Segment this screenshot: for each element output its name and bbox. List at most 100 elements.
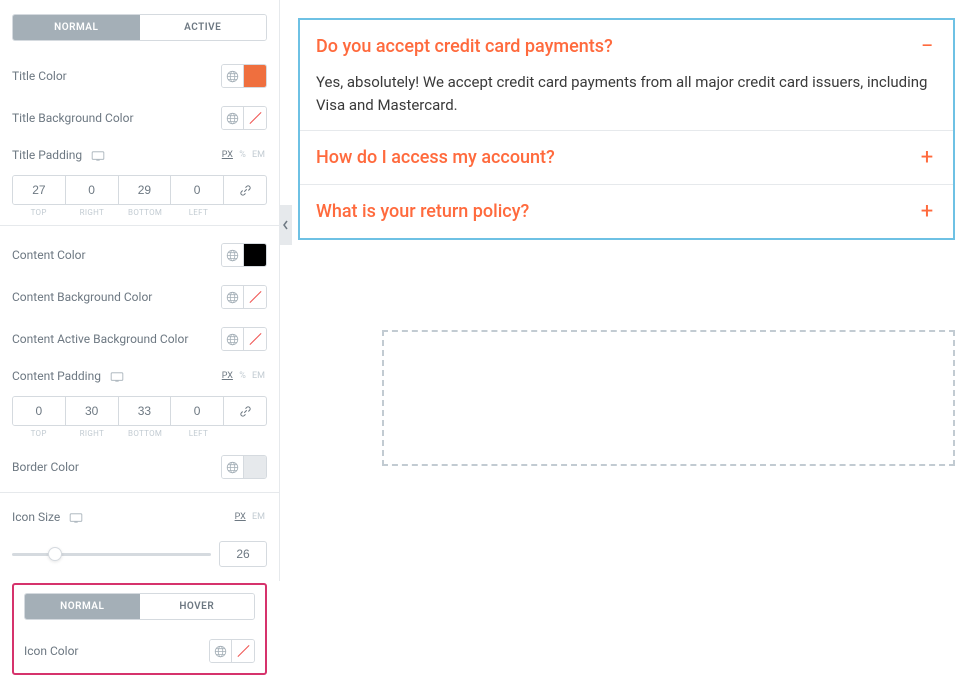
global-color-button[interactable] — [210, 640, 232, 662]
accordion-header[interactable]: How do I access my account? + — [316, 145, 937, 170]
content-active-bg-label: Content Active Background Color — [12, 332, 188, 346]
border-color-label: Border Color — [12, 460, 79, 474]
title-padding-label: Title Padding — [12, 148, 105, 162]
content-padding-right[interactable] — [66, 397, 118, 425]
state-tabs-icon: NORMAL HOVER — [24, 593, 255, 620]
link-values-button[interactable] — [224, 176, 266, 204]
content-padding-header: Content Padding PX % EM — [12, 360, 267, 392]
tab-active[interactable]: ACTIVE — [140, 15, 267, 40]
content-padding-left[interactable] — [171, 397, 223, 425]
link-icon — [239, 405, 252, 418]
border-color-control — [221, 455, 267, 479]
state-tabs-title: NORMAL ACTIVE — [12, 14, 267, 41]
accordion-header[interactable]: What is your return policy? + — [316, 199, 937, 224]
title-padding-top[interactable] — [13, 176, 65, 204]
global-color-button[interactable] — [222, 328, 244, 350]
content-bg-label: Content Background Color — [12, 290, 152, 304]
border-color-swatch[interactable] — [244, 456, 266, 478]
content-padding-label: Content Padding — [12, 369, 124, 383]
globe-icon — [226, 249, 239, 262]
icon-size-value[interactable] — [219, 541, 267, 567]
globe-icon — [214, 645, 227, 658]
title-padding-bottom[interactable] — [119, 176, 171, 204]
globe-icon — [226, 461, 239, 474]
content-color-row: Content Color — [12, 234, 267, 276]
divider — [0, 225, 279, 226]
accordion-title: How do I access my account? — [316, 147, 555, 168]
title-bg-control — [221, 106, 267, 130]
global-color-button[interactable] — [222, 65, 244, 87]
content-color-label: Content Color — [12, 248, 86, 262]
accordion-title: What is your return policy? — [316, 201, 529, 222]
icon-size-slider[interactable] — [12, 553, 211, 556]
globe-icon — [226, 291, 239, 304]
unit-switcher[interactable]: PX % EM — [220, 371, 267, 381]
title-color-label: Title Color — [12, 69, 67, 83]
content-padding-bottom[interactable] — [119, 397, 171, 425]
unit-switcher[interactable]: PX % EM — [220, 150, 267, 160]
icon-color-section-highlight: NORMAL HOVER Icon Color — [12, 583, 267, 675]
content-bg-swatch-none[interactable] — [244, 286, 266, 308]
title-bg-label: Title Background Color — [12, 111, 134, 125]
accordion-widget[interactable]: Do you accept credit card payments? − Ye… — [298, 18, 955, 240]
globe-icon — [226, 333, 239, 346]
global-color-button[interactable] — [222, 286, 244, 308]
title-bg-row: Title Background Color — [12, 97, 267, 139]
divider — [0, 492, 279, 493]
responsive-icon[interactable] — [69, 513, 83, 523]
content-padding-top[interactable] — [13, 397, 65, 425]
expand-icon: + — [917, 145, 937, 170]
icon-color-swatch-none[interactable] — [232, 640, 254, 662]
content-color-control — [221, 243, 267, 267]
icon-size-label: Icon Size — [12, 510, 83, 524]
tab-icon-normal[interactable]: NORMAL — [25, 594, 140, 619]
icon-color-control — [209, 639, 255, 663]
globe-icon — [226, 70, 239, 83]
style-panel: NORMAL ACTIVE Title Color Title Backgrou… — [0, 0, 280, 581]
icon-size-header: Icon Size PX EM — [12, 501, 267, 533]
content-bg-row: Content Background Color — [12, 276, 267, 318]
padding-labels: TOPRIGHTBOTTOMLEFT — [12, 208, 267, 217]
tab-normal[interactable]: NORMAL — [13, 15, 140, 40]
global-color-button[interactable] — [222, 107, 244, 129]
title-bg-swatch-none[interactable] — [244, 107, 266, 129]
globe-icon — [226, 112, 239, 125]
accordion-header[interactable]: Do you accept credit card payments? − — [316, 34, 937, 59]
content-color-swatch[interactable] — [244, 244, 266, 266]
content-active-bg-row: Content Active Background Color — [12, 318, 267, 360]
title-color-control — [221, 64, 267, 88]
content-padding-inputs — [12, 396, 267, 426]
title-padding-left[interactable] — [171, 176, 223, 204]
collapse-icon: − — [917, 34, 937, 59]
title-color-swatch[interactable] — [244, 65, 266, 87]
link-icon — [239, 184, 252, 197]
unit-switcher[interactable]: PX EM — [233, 512, 267, 522]
content-active-bg-control — [221, 327, 267, 351]
icon-size-slider-row — [12, 533, 267, 577]
responsive-icon[interactable] — [110, 372, 124, 382]
accordion-item: Do you accept credit card payments? − Ye… — [300, 20, 953, 131]
title-color-row: Title Color — [12, 55, 267, 97]
content-bg-control — [221, 285, 267, 309]
accordion-title: Do you accept credit card payments? — [316, 36, 613, 57]
accordion-body: Yes, absolutely! We accept credit card p… — [316, 71, 937, 116]
accordion-item: What is your return policy? + — [300, 185, 953, 238]
global-color-button[interactable] — [222, 244, 244, 266]
title-padding-header: Title Padding PX % EM — [12, 139, 267, 171]
icon-color-label: Icon Color — [24, 644, 78, 658]
title-padding-right[interactable] — [66, 176, 118, 204]
link-values-button[interactable] — [224, 397, 266, 425]
padding-labels: TOPRIGHTBOTTOMLEFT — [12, 429, 267, 438]
responsive-icon[interactable] — [91, 151, 105, 161]
expand-icon: + — [917, 199, 937, 224]
icon-color-row: Icon Color — [24, 630, 255, 665]
content-active-bg-swatch-none[interactable] — [244, 328, 266, 350]
global-color-button[interactable] — [222, 456, 244, 478]
preview-canvas: Do you accept credit card payments? − Ye… — [280, 0, 969, 581]
accordion-item: How do I access my account? + — [300, 131, 953, 185]
empty-section-placeholder[interactable] — [382, 330, 955, 466]
slider-thumb[interactable] — [48, 547, 62, 561]
title-padding-inputs — [12, 175, 267, 205]
tab-icon-hover[interactable]: HOVER — [140, 594, 255, 619]
border-color-row: Border Color — [12, 446, 267, 488]
